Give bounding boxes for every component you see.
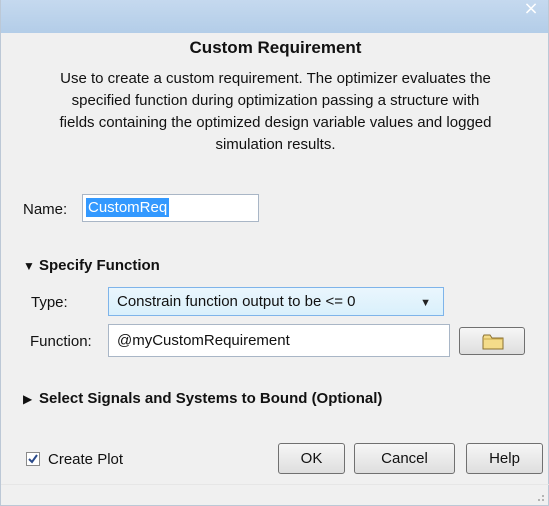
specify-function-header: Specify Function xyxy=(39,257,160,274)
description-line: fields containing the optimized design v… xyxy=(59,114,492,131)
signals-section-header: Select Signals and Systems to Bound (Opt… xyxy=(39,390,383,407)
resize-grip-icon[interactable] xyxy=(533,490,545,502)
type-dropdown[interactable]: Constrain function output to be <= 0 ▼ xyxy=(108,287,444,316)
custom-requirement-dialog: × Custom Requirement Use to create a cus… xyxy=(0,0,549,506)
name-field[interactable]: CustomReq xyxy=(82,194,259,222)
name-value: CustomReq xyxy=(86,198,170,217)
type-label: Type: xyxy=(31,294,68,311)
dialog-description: Use to create a custom requirement. The … xyxy=(15,68,536,156)
name-label: Name: xyxy=(23,201,68,218)
checkmark-icon xyxy=(28,454,38,464)
signals-section-toggle[interactable]: ▶ Select Signals and Systems to Bound (Op… xyxy=(23,390,382,407)
close-icon[interactable]: × xyxy=(516,0,546,22)
ok-button[interactable]: OK xyxy=(278,443,345,474)
browse-button[interactable] xyxy=(459,327,525,355)
dropdown-arrow-icon: ▼ xyxy=(420,297,431,309)
expanded-triangle-icon: ▼ xyxy=(23,259,35,273)
cancel-button[interactable]: Cancel xyxy=(354,443,455,474)
collapsed-triangle-icon: ▶ xyxy=(23,392,33,406)
dialog-title: Custom Requirement xyxy=(189,38,362,57)
title-bar: × xyxy=(1,0,548,33)
create-plot-checkbox[interactable] xyxy=(26,452,40,466)
description-line: Use to create a custom requirement. The … xyxy=(60,70,491,87)
type-selected-value: Constrain function output to be <= 0 xyxy=(117,293,356,310)
specify-function-toggle[interactable]: ▼ Specify Function xyxy=(23,257,160,274)
footer-divider xyxy=(1,484,549,485)
folder-icon xyxy=(482,334,504,350)
create-plot-label[interactable]: Create Plot xyxy=(48,451,123,468)
help-button[interactable]: Help xyxy=(466,443,543,474)
function-value: @myCustomRequirement xyxy=(117,332,290,349)
function-input[interactable]: @myCustomRequirement xyxy=(108,324,450,357)
description-line: simulation results. xyxy=(215,136,336,153)
description-line: specified function during optimization p… xyxy=(71,92,480,109)
function-label: Function: xyxy=(30,333,92,350)
